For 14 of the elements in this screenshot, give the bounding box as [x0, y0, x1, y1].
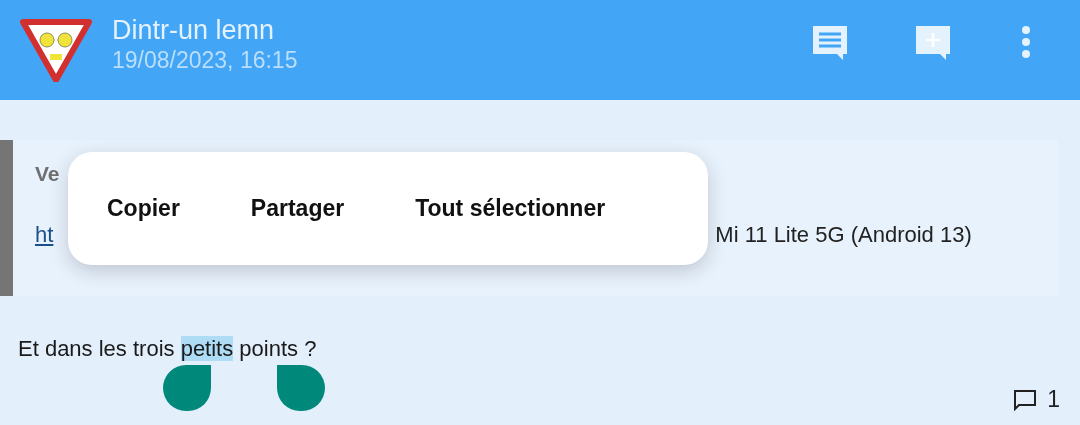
quote-link[interactable]: ht: [35, 222, 54, 248]
comment-count: 1: [1047, 386, 1060, 413]
menu-item[interactable]: Partager: [250, 195, 345, 222]
menu-item[interactable]: Tout sélectionner: [415, 195, 606, 222]
quote-text: Mi 11 Lite 5G (Android 13): [715, 222, 972, 248]
conversation-title: Dintr-un lemn: [112, 14, 276, 46]
comment-icon: [1013, 388, 1038, 411]
yield-sign-logo: [20, 18, 92, 82]
menu-item[interactable]: Copier: [107, 195, 180, 222]
quote-author: Ve: [35, 162, 60, 186]
selection-handle[interactable]: [163, 365, 211, 411]
conversation-date: 19/08/2023, 16:15: [112, 46, 299, 74]
selection-handle[interactable]: [277, 365, 325, 411]
message-text: Et dans les trois petits points ?: [18, 336, 317, 362]
